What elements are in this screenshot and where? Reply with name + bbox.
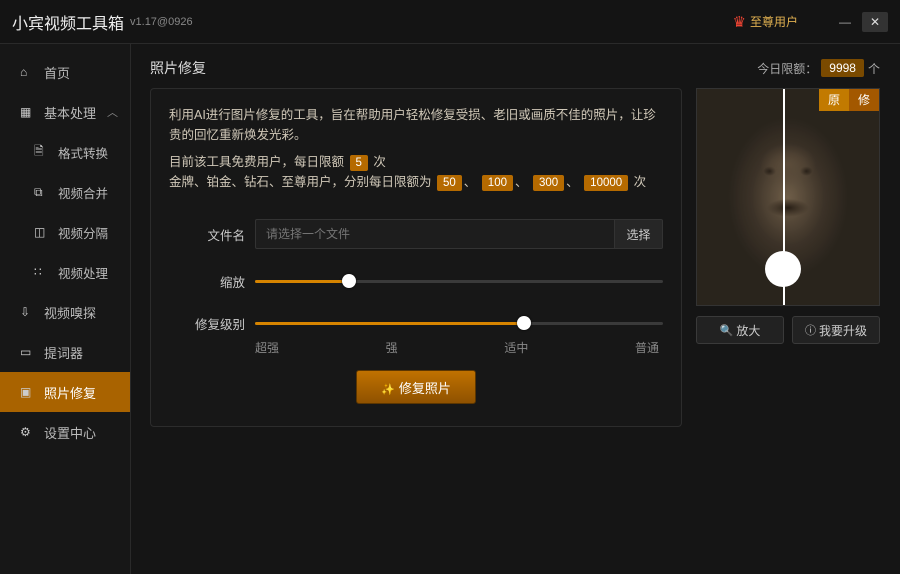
quota-value: 9998 <box>821 59 864 77</box>
preview-column: 原 修 🔍放大 ⓘ我要升级 <box>696 88 880 427</box>
sliders-icon: ∷ <box>34 265 50 279</box>
user-tier-badge[interactable]: ♛ 至尊用户 <box>733 13 798 31</box>
description-line2: 目前该工具免费用户，每日限额 5 次 <box>169 151 663 171</box>
crown-icon: ♛ <box>733 13 746 31</box>
level-slider[interactable] <box>255 313 663 333</box>
sidebar: ⌂ 首页 ▦ 基本处理 ︿ 🗎 格式转换 ⧉ 视频合并 ◫ 视频分隔 ∷ 视频处… <box>0 44 130 574</box>
badge-original: 原 <box>819 89 849 111</box>
info-icon: ⓘ <box>805 322 816 338</box>
sidebar-label: 首页 <box>44 63 70 82</box>
app-title: 小宾视频工具箱 <box>12 10 124 34</box>
compare-handle[interactable] <box>765 251 801 287</box>
split-icon: ◫ <box>34 225 50 239</box>
sidebar-label: 基本处理 <box>44 103 96 122</box>
sidebar-label: 视频分隔 <box>58 223 108 242</box>
description-line3: 金牌、铂金、钻石、至尊用户，分别每日限额为 50、 100、 300、 1000… <box>169 171 663 191</box>
minimize-button[interactable]: — <box>832 12 858 32</box>
app-version: v1.17@0926 <box>130 16 193 28</box>
screen-icon: ▭ <box>20 345 36 359</box>
sidebar-label: 照片修复 <box>44 383 96 402</box>
limit-free: 5 <box>350 155 368 171</box>
sidebar-label: 视频嗅探 <box>44 303 96 322</box>
sidebar-video-split[interactable]: ◫ 视频分隔 <box>0 212 130 252</box>
quota-unit: 个 <box>868 60 880 77</box>
close-button[interactable]: ✕ <box>862 12 888 32</box>
quota-label: 今日限额： <box>757 60 817 77</box>
pick-file-button[interactable]: 选择 <box>615 219 663 249</box>
sidebar-video-sniff[interactable]: ⇩ 视频嗅探 <box>0 292 130 332</box>
sidebar-label: 格式转换 <box>58 143 108 162</box>
sidebar-label: 视频合并 <box>58 183 108 202</box>
main-card: 利用AI进行图片修复的工具，旨在帮助用户轻松修复受损、老旧或画质不佳的照片，让珍… <box>150 88 682 427</box>
chevron-up-icon: ︿ <box>107 104 118 120</box>
zoom-slider[interactable] <box>255 271 663 291</box>
limit-gold: 50 <box>437 175 462 191</box>
sidebar-basic-processing[interactable]: ▦ 基本处理 ︿ <box>0 92 130 132</box>
file-input[interactable] <box>255 219 615 249</box>
badge-repaired: 修 <box>849 89 879 111</box>
zoom-label: 缩放 <box>169 272 245 291</box>
level-slider-handle[interactable] <box>517 316 531 330</box>
tick: 适中 <box>504 339 528 356</box>
image-icon: ▣ <box>20 385 36 399</box>
tick: 普通 <box>635 339 659 356</box>
sidebar-video-merge[interactable]: ⧉ 视频合并 <box>0 172 130 212</box>
sidebar-label: 视频处理 <box>58 263 108 282</box>
sidebar-video-process[interactable]: ∷ 视频处理 <box>0 252 130 292</box>
description-line1: 利用AI进行图片修复的工具，旨在帮助用户轻松修复受损、老旧或画质不佳的照片，让珍… <box>169 105 663 145</box>
upgrade-button[interactable]: ⓘ我要升级 <box>792 316 880 344</box>
repair-button[interactable]: ✨修复照片 <box>356 370 476 404</box>
preview-box: 原 修 <box>696 88 880 306</box>
limit-platinum: 100 <box>482 175 513 191</box>
wand-icon: ✨ <box>381 384 395 396</box>
grid-icon: ▦ <box>20 105 36 119</box>
file-label: 文件名 <box>169 225 245 244</box>
panel-title: 照片修复 <box>150 58 206 78</box>
limit-diamond: 300 <box>533 175 564 191</box>
zoom-in-button[interactable]: 🔍放大 <box>696 316 784 344</box>
titlebar: 小宾视频工具箱 v1.17@0926 ♛ 至尊用户 — ✕ <box>0 0 900 44</box>
download-icon: ⇩ <box>20 305 36 319</box>
tick: 超强 <box>255 339 279 356</box>
sidebar-format-convert[interactable]: 🗎 格式转换 <box>0 132 130 172</box>
content: 照片修复 今日限额： 9998 个 利用AI进行图片修复的工具，旨在帮助用户轻松… <box>130 44 900 574</box>
sidebar-label: 提词器 <box>44 343 83 362</box>
sidebar-photo-repair[interactable]: ▣ 照片修复 <box>0 372 130 412</box>
magnify-icon: 🔍 <box>720 324 734 337</box>
sidebar-settings[interactable]: ⚙ 设置中心 <box>0 412 130 452</box>
sidebar-home[interactable]: ⌂ 首页 <box>0 52 130 92</box>
zoom-slider-handle[interactable] <box>342 274 356 288</box>
sidebar-label: 设置中心 <box>44 423 96 442</box>
home-icon: ⌂ <box>20 65 36 79</box>
gear-icon: ⚙ <box>20 425 36 439</box>
level-label: 修复级别 <box>169 314 245 333</box>
limit-supreme: 10000 <box>584 175 628 191</box>
merge-icon: ⧉ <box>34 185 50 200</box>
user-tier-label: 至尊用户 <box>750 13 798 30</box>
level-ticks: 超强 强 适中 普通 <box>255 339 663 356</box>
file-icon: 🗎 <box>34 142 50 163</box>
sidebar-teleprompter[interactable]: ▭ 提词器 <box>0 332 130 372</box>
tick: 强 <box>386 339 398 356</box>
